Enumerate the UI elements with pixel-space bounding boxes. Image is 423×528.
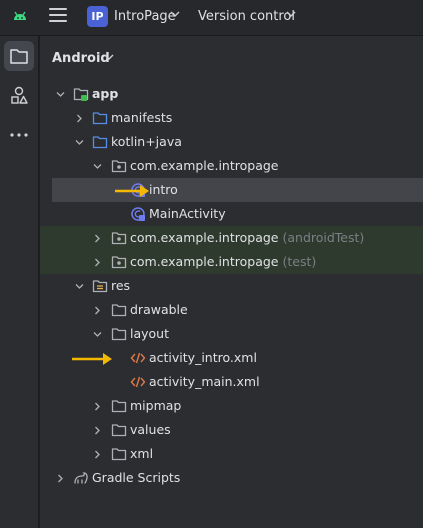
test-suffix: (androidTest) xyxy=(282,230,365,245)
version-control-menu[interactable]: Version control xyxy=(198,9,295,24)
test-suffix: (test) xyxy=(282,254,317,269)
package-icon xyxy=(111,232,127,245)
folder-icon xyxy=(111,424,127,437)
tree-node-drawable[interactable]: drawable xyxy=(40,298,423,322)
tree-node-label: drawable xyxy=(130,302,188,317)
chevron-down-icon[interactable] xyxy=(104,52,114,62)
tree-node-label: activity_main.xml xyxy=(149,374,260,389)
tree-node-label: com.example.intropage (test) xyxy=(130,250,316,274)
tree-node-label: MainActivity xyxy=(149,206,226,221)
chevron-right-icon[interactable] xyxy=(75,114,84,123)
chevron-down-icon[interactable] xyxy=(93,330,102,339)
tree-node-activity-main-xml[interactable]: activity_main.xml xyxy=(40,370,423,394)
android-module-icon xyxy=(73,88,89,101)
chevron-right-icon[interactable] xyxy=(93,402,102,411)
tree-node-label: xml xyxy=(130,446,154,461)
tree-node-label: layout xyxy=(130,326,170,341)
tree-node-label: Gradle Scripts xyxy=(92,470,181,485)
xml-file-icon xyxy=(130,352,146,364)
tree-node-label: manifests xyxy=(111,110,173,125)
tree-node-values[interactable]: values xyxy=(40,418,423,442)
tool-window-bar xyxy=(0,36,39,528)
chevron-down-icon[interactable] xyxy=(75,282,84,291)
package-name: com.example.intropage xyxy=(130,230,279,245)
tree-node-kotlin-java[interactable]: kotlin+java xyxy=(40,130,423,154)
main-toolbar: IP IntroPage Version control xyxy=(0,0,423,36)
tree-node-label: mipmap xyxy=(130,398,182,413)
xml-file-icon xyxy=(130,376,146,388)
shapes-icon xyxy=(11,86,28,104)
folder-icon xyxy=(92,112,108,125)
tree-node-label: com.example.intropage (androidTest) xyxy=(130,226,364,250)
gradle-icon xyxy=(74,472,88,484)
tree-node-intro[interactable]: intro xyxy=(52,178,423,202)
main-menu-button[interactable] xyxy=(49,8,67,24)
more-icon xyxy=(10,133,28,137)
tree-node-package[interactable]: com.example.intropage xyxy=(40,154,423,178)
package-icon xyxy=(111,160,127,173)
hamburger-line xyxy=(49,14,67,16)
project-view-selector[interactable]: Android xyxy=(52,51,110,66)
package-icon xyxy=(111,256,127,269)
folder-icon xyxy=(111,448,127,461)
tree-node-layout[interactable]: layout xyxy=(40,322,423,346)
tree-node-label: app xyxy=(92,86,119,101)
project-switcher[interactable]: IntroPage xyxy=(114,9,176,24)
project-tool-button[interactable] xyxy=(4,41,34,71)
hamburger-line xyxy=(49,8,67,10)
chevron-down-icon[interactable] xyxy=(286,9,296,19)
hamburger-line xyxy=(49,20,67,22)
tree-node-label: com.example.intropage xyxy=(130,158,279,173)
tree-node-res[interactable]: res xyxy=(40,274,423,298)
package-name: com.example.intropage xyxy=(130,254,279,269)
chevron-right-icon[interactable] xyxy=(93,258,102,267)
folder-icon xyxy=(111,328,127,341)
tree-node-manifests[interactable]: manifests xyxy=(40,106,423,130)
tree-node-mainactivity[interactable]: MainActivity xyxy=(40,202,423,226)
chevron-down-icon[interactable] xyxy=(75,138,84,147)
tree-node-label: kotlin+java xyxy=(111,134,182,149)
tree-node-gradle-scripts[interactable]: Gradle Scripts xyxy=(40,466,423,490)
android-logo-icon xyxy=(14,11,26,20)
more-tools-button[interactable] xyxy=(4,120,34,150)
project-badge[interactable]: IP xyxy=(87,6,108,27)
tree-node-label: intro xyxy=(149,182,178,197)
tree-node-app[interactable]: app xyxy=(40,82,423,106)
tree-node-package-androidtest[interactable]: com.example.intropage (androidTest) xyxy=(40,226,423,250)
tree-node-package-test[interactable]: com.example.intropage (test) xyxy=(40,250,423,274)
chevron-down-icon[interactable] xyxy=(170,9,180,19)
folder-icon xyxy=(111,400,127,413)
folder-icon xyxy=(111,304,127,317)
annotation-arrow-icon xyxy=(72,353,112,365)
tree-node-label: res xyxy=(111,278,131,293)
chevron-right-icon[interactable] xyxy=(93,426,102,435)
tree-node-xml[interactable]: xml xyxy=(40,442,423,466)
chevron-right-icon[interactable] xyxy=(56,474,65,483)
chevron-right-icon[interactable] xyxy=(93,234,102,243)
folder-icon xyxy=(92,136,108,149)
chevron-down-icon[interactable] xyxy=(93,162,102,171)
resource-manager-button[interactable] xyxy=(4,81,34,111)
tree-node-mipmap[interactable]: mipmap xyxy=(40,394,423,418)
chevron-down-icon[interactable] xyxy=(56,90,65,99)
folder-icon xyxy=(10,49,28,64)
resources-folder-icon xyxy=(92,280,108,293)
kotlin-class-icon xyxy=(131,207,145,221)
tree-node-label: activity_intro.xml xyxy=(149,350,257,365)
chevron-right-icon[interactable] xyxy=(93,450,102,459)
annotation-arrow-icon xyxy=(115,185,149,197)
project-panel: Android app manifests kotlin+java com.ex… xyxy=(40,36,423,528)
chevron-right-icon[interactable] xyxy=(93,306,102,315)
tree-node-label: values xyxy=(130,422,171,437)
